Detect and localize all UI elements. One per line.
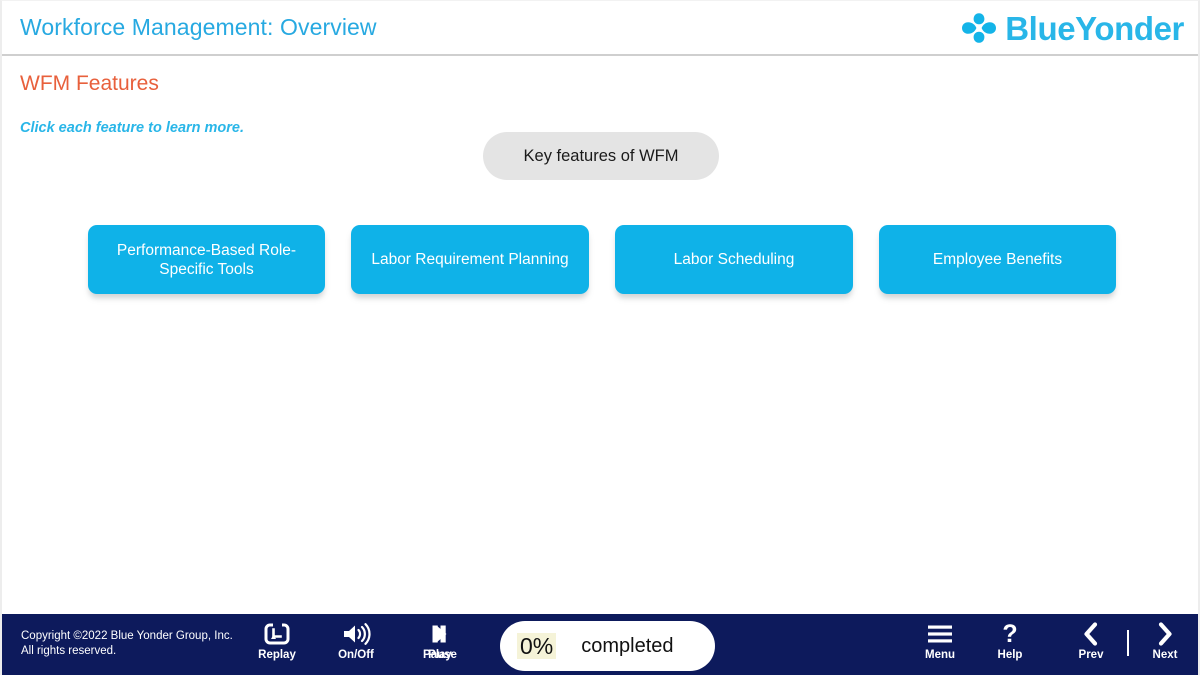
copyright-line-1: Copyright ©2022 Blue Yonder Group, Inc. (21, 630, 233, 642)
brand-logo: BlueYonder (960, 7, 1184, 49)
feature-button-performance-based-role-specific-tools[interactable]: Performance-Based Role-Specific Tools (88, 225, 325, 294)
copyright-line-2: All rights reserved. (21, 644, 117, 657)
instruction-text: Click each feature to learn more. (20, 120, 245, 136)
speaker-sound-icon (341, 620, 371, 648)
play-pause-button[interactable]: Pause Play (408, 620, 472, 670)
feature-button-labor-requirement-planning[interactable]: Labor Requirement Planning (351, 225, 589, 294)
progress-indicator: 0% completed (500, 621, 715, 671)
page-header: Workforce Management: Overview BlueYonde… (2, 1, 1198, 56)
menu-button[interactable]: Menu (908, 620, 972, 670)
prev-button[interactable]: Prev (1059, 620, 1123, 670)
copyright-notice: Copyright ©2022 Blue Yonder Group, Inc. … (21, 629, 233, 658)
blue-yonder-petals-icon (962, 13, 997, 43)
feature-buttons-row: Performance-Based Role-Specific Tools La… (2, 225, 1198, 297)
play-pause-icon (428, 620, 452, 648)
question-mark-icon: ? (999, 620, 1021, 648)
chevron-right-icon (1154, 620, 1176, 648)
next-button[interactable]: Next (1133, 620, 1197, 670)
toolbar-divider (1127, 630, 1129, 656)
replay-label: Replay (258, 649, 296, 661)
progress-label: completed (581, 635, 674, 657)
replay-button[interactable]: Replay (245, 620, 309, 670)
audio-onoff-button[interactable]: On/Off (324, 620, 388, 670)
audio-onoff-label: On/Off (338, 649, 374, 661)
brand-logo-text: BlueYonder (1005, 9, 1184, 47)
page-title: Workforce Management: Overview (20, 14, 377, 40)
hamburger-menu-icon (926, 620, 954, 648)
key-features-pill: Key features of WFM (483, 132, 719, 180)
replay-loop-icon (264, 620, 290, 648)
feature-button-employee-benefits[interactable]: Employee Benefits (879, 225, 1116, 294)
chevron-left-icon (1080, 620, 1102, 648)
next-label: Next (1152, 649, 1178, 661)
section-title: WFM Features (20, 72, 159, 95)
play-label: Play (428, 649, 452, 661)
prev-label: Prev (1078, 649, 1104, 661)
menu-label: Menu (924, 649, 956, 661)
help-button[interactable]: ? Help (978, 620, 1042, 670)
help-label: Help (997, 649, 1023, 661)
feature-button-labor-scheduling[interactable]: Labor Scheduling (615, 225, 853, 294)
play-pause-label: Pause Play (410, 649, 470, 662)
progress-percent: 0% (517, 633, 557, 659)
svg-text:?: ? (1002, 621, 1017, 647)
slide-stage: Workforce Management: Overview BlueYonde… (0, 0, 1200, 675)
